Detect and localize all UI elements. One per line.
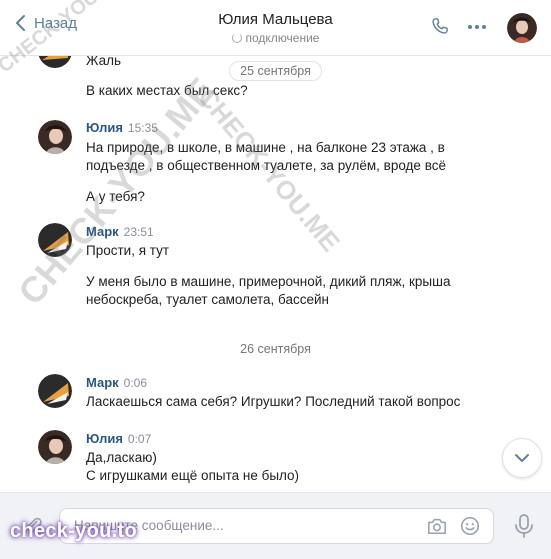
chevron-down-icon <box>515 454 529 462</box>
emoji-icon <box>460 516 480 536</box>
header-avatar[interactable] <box>507 13 537 43</box>
message-text: небоскреба, туалет самолета, бассейн <box>86 292 329 307</box>
mic-icon <box>515 514 533 538</box>
message-text: Да,ласкаю) <box>86 450 157 465</box>
avatar[interactable] <box>38 430 72 464</box>
message-text: В каких местах был секс? <box>86 83 248 98</box>
avatar[interactable] <box>38 374 72 408</box>
message-header: Марк 0:06 <box>86 375 147 390</box>
message-header: Марк 23:51 <box>86 224 154 239</box>
date-label: 26 сентября <box>230 340 321 358</box>
phone-icon <box>432 18 448 34</box>
avatar[interactable] <box>38 223 72 257</box>
message-header: Юлия 0:07 <box>86 431 151 446</box>
chat-header: Назад Юлия Мальцева подключение <box>0 0 551 56</box>
camera-button[interactable] <box>426 516 448 541</box>
message-text: С игрушками ещё опыта не было) <box>86 468 300 483</box>
message-text: Ласкаешься сама себя? Игрушки? Последний… <box>86 394 461 409</box>
emoji-button[interactable] <box>459 515 481 542</box>
date-label: 25 сентября <box>229 61 322 81</box>
message-time: 23:51 <box>123 225 154 239</box>
message-time: 15:35 <box>127 121 158 135</box>
call-button[interactable] <box>430 16 450 41</box>
watermark-logo: check-you.to <box>10 520 137 542</box>
contact-avatar-icon <box>507 13 537 43</box>
message-time: 0:06 <box>123 376 148 390</box>
scroll-down-button[interactable] <box>502 438 542 478</box>
loading-spinner-icon <box>231 33 242 43</box>
message-header: Юлия 15:35 <box>86 120 158 135</box>
message-text: Прости, я тут <box>86 243 170 258</box>
message-text: А у тебя? <box>86 189 145 204</box>
sender-name[interactable]: Марк <box>86 375 119 390</box>
connection-status-text: подключение <box>245 31 320 45</box>
voice-message-button[interactable] <box>513 513 535 544</box>
date-separator: 26 сентября <box>0 340 551 358</box>
message-text: На природе, в школе, в машине , на балко… <box>86 140 445 155</box>
message-time: 0:07 <box>127 432 152 446</box>
date-separator: 25 сентября <box>0 61 551 81</box>
sender-name[interactable]: Юлия <box>86 120 123 135</box>
message-feed[interactable]: Жаль 25 сентября В каких местах был секс… <box>0 56 551 492</box>
sender-name[interactable]: Марк <box>86 224 119 239</box>
message-text: У меня было в машине, примерочной, дикий… <box>86 274 451 289</box>
more-icon <box>468 25 486 29</box>
camera-icon <box>428 518 446 535</box>
message-text: подъезде , в общественном туалете, за ру… <box>86 158 446 173</box>
more-button[interactable] <box>466 20 488 38</box>
sender-name[interactable]: Юлия <box>86 431 123 446</box>
avatar[interactable] <box>38 120 72 154</box>
